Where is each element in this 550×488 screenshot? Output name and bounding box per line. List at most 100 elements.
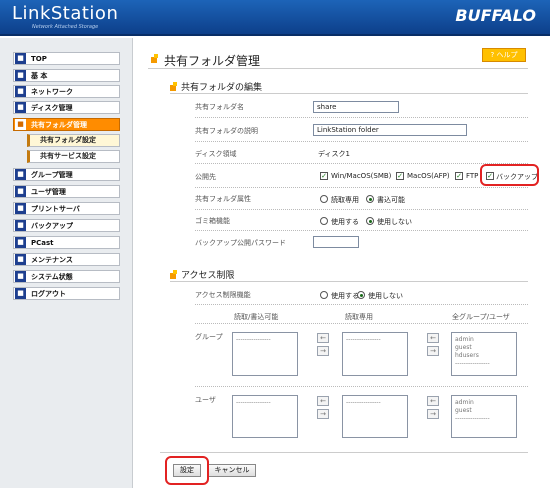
list-item[interactable]: ---------------- — [236, 399, 294, 407]
section-bullet-icon — [170, 82, 177, 91]
wrench-icon: ■ — [15, 254, 26, 265]
linkstation-logo: LinkStation — [12, 3, 119, 24]
status-icon: ■ — [15, 271, 26, 282]
user-move-right-2-button[interactable]: → — [427, 409, 439, 419]
list-item[interactable]: ---------------- — [455, 360, 513, 368]
bottom-divider — [160, 452, 528, 453]
user-readwrite-list[interactable]: ---------------- — [232, 395, 298, 438]
sidebar-item-label: システム状態 — [31, 272, 73, 281]
row-divider — [195, 187, 528, 188]
sidebar-item-print-server[interactable]: ■ プリントサーバ — [13, 202, 120, 215]
sidebar-item-basic[interactable]: ■ 基 本 — [13, 69, 120, 82]
list-item[interactable]: admin — [455, 336, 513, 344]
sidebar-item-maintenance[interactable]: ■ メンテナンス — [13, 253, 120, 266]
section-bullet-icon — [170, 270, 177, 279]
list-item[interactable]: admin — [455, 399, 513, 407]
sidebar: ■ TOP ■ 基 本 ■ ネットワーク ■ ディスク管理 ■ 共有フォルダ管理 共有フォ… — [0, 38, 133, 488]
sidebar-item-system-status[interactable]: ■ システム状態 — [13, 270, 120, 283]
list-item[interactable]: ---------------- — [236, 336, 294, 344]
folder-attr-label: 共有フォルダ属性 — [195, 195, 251, 203]
group-move-right-1-button[interactable]: → — [317, 346, 329, 356]
title-divider — [148, 68, 528, 69]
writable-label: 書込可能 — [377, 196, 405, 204]
row-divider — [195, 230, 528, 231]
group-readonly-list[interactable]: ---------------- — [342, 332, 408, 376]
disk-area-value: ディスク1 — [318, 150, 350, 158]
trash-use-radio[interactable] — [320, 217, 328, 225]
group-move-left-1-button[interactable]: ← — [317, 333, 329, 343]
user-label: ユーザ — [195, 396, 216, 404]
sidebar-item-group[interactable]: ■ グループ管理 — [13, 168, 120, 181]
sidebar-item-top[interactable]: ■ TOP — [13, 52, 120, 65]
row-divider — [195, 323, 528, 324]
sidebar-item-pcast[interactable]: ■ PCast — [13, 236, 120, 249]
writable-radio[interactable] — [366, 195, 374, 203]
row-divider — [195, 117, 528, 118]
help-button[interactable]: ? ヘルプ — [482, 48, 526, 62]
user-icon: ■ — [15, 186, 26, 197]
trash-use-label: 使用する — [331, 218, 359, 226]
group-label: グループ — [195, 333, 223, 341]
trash-nouse-radio[interactable] — [366, 217, 374, 225]
subnav-shared-service-settings[interactable]: 共有サービス設定 — [27, 150, 120, 163]
group-move-left-2-button[interactable]: ← — [427, 333, 439, 343]
list-item[interactable]: guest — [455, 344, 513, 352]
subnav-shared-folder-settings[interactable]: 共有フォルダ設定 — [27, 134, 120, 147]
pcast-icon: ■ — [15, 237, 26, 248]
sidebar-item-logout[interactable]: ■ ログアウト — [13, 287, 120, 300]
smb-checkbox[interactable]: ✓ — [320, 172, 328, 180]
user-all-list[interactable]: admin guest ---------------- — [451, 395, 517, 438]
cancel-button[interactable]: キャンセル — [208, 464, 256, 477]
page-title: 共有フォルダ管理 — [164, 54, 261, 68]
user-move-left-2-button[interactable]: ← — [427, 396, 439, 406]
folder-icon: ■ — [15, 119, 26, 130]
user-readonly-list[interactable]: ---------------- — [342, 395, 408, 438]
folder-desc-input[interactable]: LinkStation folder — [313, 124, 467, 136]
network-icon: ■ — [15, 86, 26, 97]
group-all-list[interactable]: admin guest hdusers ---------------- — [451, 332, 517, 376]
backup-password-input[interactable] — [313, 236, 359, 248]
sidebar-item-label: ログアウト — [31, 289, 66, 298]
sidebar-item-network[interactable]: ■ ネットワーク — [13, 85, 120, 98]
sidebar-item-user[interactable]: ■ ユーザ管理 — [13, 185, 120, 198]
row-divider — [195, 209, 528, 210]
sidebar-item-label: 基 本 — [31, 71, 48, 80]
list-item[interactable]: guest — [455, 407, 513, 415]
user-move-left-1-button[interactable]: ← — [317, 396, 329, 406]
readonly-radio[interactable] — [320, 195, 328, 203]
sidebar-item-shared-folder[interactable]: ■ 共有フォルダ管理 — [13, 118, 120, 131]
app-header: LinkStation Network Attached Storage BUF… — [0, 0, 550, 36]
afp-checkbox[interactable]: ✓ — [396, 172, 404, 180]
sidebar-item-label: メンテナンス — [31, 255, 73, 264]
title-bullet-icon — [151, 54, 158, 63]
list-item[interactable]: ---------------- — [455, 415, 513, 423]
sidebar-item-backup[interactable]: ■ バックアップ — [13, 219, 120, 232]
group-icon: ■ — [15, 169, 26, 180]
settings-icon: ■ — [15, 70, 26, 81]
user-move-right-1-button[interactable]: → — [317, 409, 329, 419]
group-move-right-2-button[interactable]: → — [427, 346, 439, 356]
backup-icon: ■ — [15, 220, 26, 231]
home-icon: ■ — [15, 53, 26, 64]
group-readwrite-list[interactable]: ---------------- — [232, 332, 298, 376]
sidebar-item-label: PCast — [31, 238, 54, 247]
list-item[interactable]: ---------------- — [346, 399, 404, 407]
access-nouse-radio[interactable] — [357, 291, 365, 299]
sidebar-item-label: 共有フォルダ管理 — [31, 120, 87, 129]
sidebar-item-label: バックアップ — [31, 221, 73, 230]
list-item[interactable]: hdusers — [455, 352, 513, 360]
printer-icon: ■ — [15, 203, 26, 214]
access-use-radio[interactable] — [320, 291, 328, 299]
section-title-edit: 共有フォルダの編集 — [181, 83, 263, 93]
sidebar-item-disk[interactable]: ■ ディスク管理 — [13, 101, 120, 114]
disk-icon: ■ — [15, 102, 26, 113]
list-item[interactable]: ---------------- — [346, 336, 404, 344]
sidebar-item-label: ディスク管理 — [31, 103, 73, 112]
section-divider — [170, 93, 528, 94]
highlight-backup — [480, 164, 539, 186]
folder-name-input[interactable]: share — [313, 101, 399, 113]
ftp-checkbox[interactable]: ✓ — [455, 172, 463, 180]
sidebar-item-label: TOP — [31, 54, 47, 63]
buffalo-brand-logo: BUFFALO — [455, 6, 536, 25]
ftp-label: FTP — [466, 172, 479, 180]
